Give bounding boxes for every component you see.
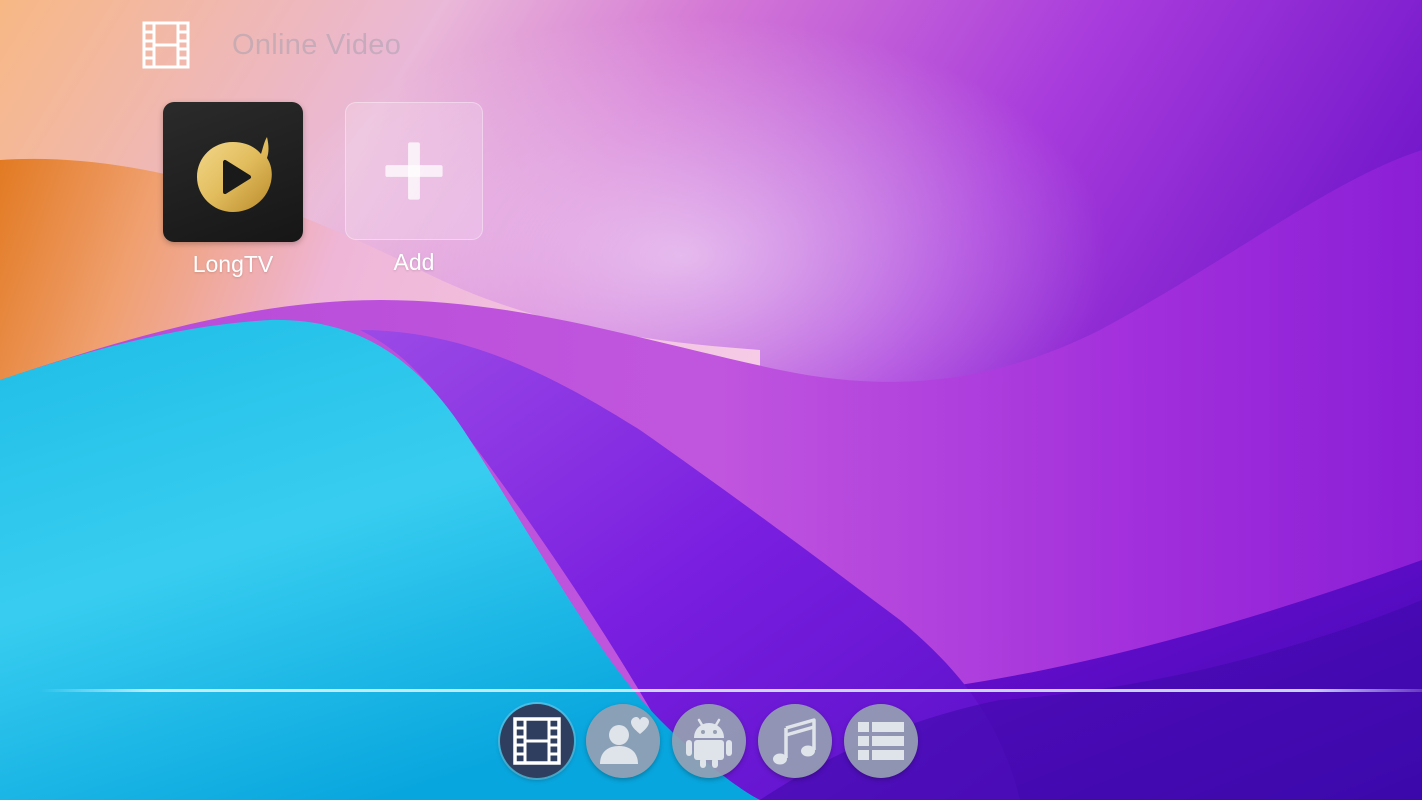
add-app-button[interactable] bbox=[345, 102, 483, 240]
plus-icon bbox=[385, 142, 443, 200]
dock-button-settings[interactable] bbox=[844, 704, 918, 778]
film-strip-icon bbox=[142, 21, 190, 69]
dock-button-apps[interactable] bbox=[672, 704, 746, 778]
longtv-play-icon bbox=[197, 137, 272, 212]
page-title: Online Video bbox=[232, 28, 402, 61]
film-strip-icon bbox=[513, 717, 561, 765]
app-label-add: Add bbox=[393, 249, 435, 275]
person-heart-icon bbox=[600, 717, 649, 764]
dock-divider bbox=[40, 689, 1422, 692]
list-icon bbox=[858, 722, 904, 760]
home-screen: Online Video LongTV Add bbox=[0, 0, 1422, 800]
dock-button-favorites[interactable] bbox=[586, 704, 660, 778]
music-note-icon bbox=[773, 718, 816, 765]
bottom-dock bbox=[500, 704, 918, 778]
android-icon bbox=[686, 718, 732, 768]
dock-button-video[interactable] bbox=[500, 704, 574, 778]
app-tile-longtv[interactable]: LongTV bbox=[163, 102, 303, 282]
category-header: Online Video bbox=[142, 20, 401, 70]
app-icon-longtv[interactable] bbox=[163, 102, 303, 242]
app-label-longtv: LongTV bbox=[192, 251, 274, 277]
dock-button-music[interactable] bbox=[758, 704, 832, 778]
app-tile-add[interactable]: Add bbox=[344, 102, 484, 282]
